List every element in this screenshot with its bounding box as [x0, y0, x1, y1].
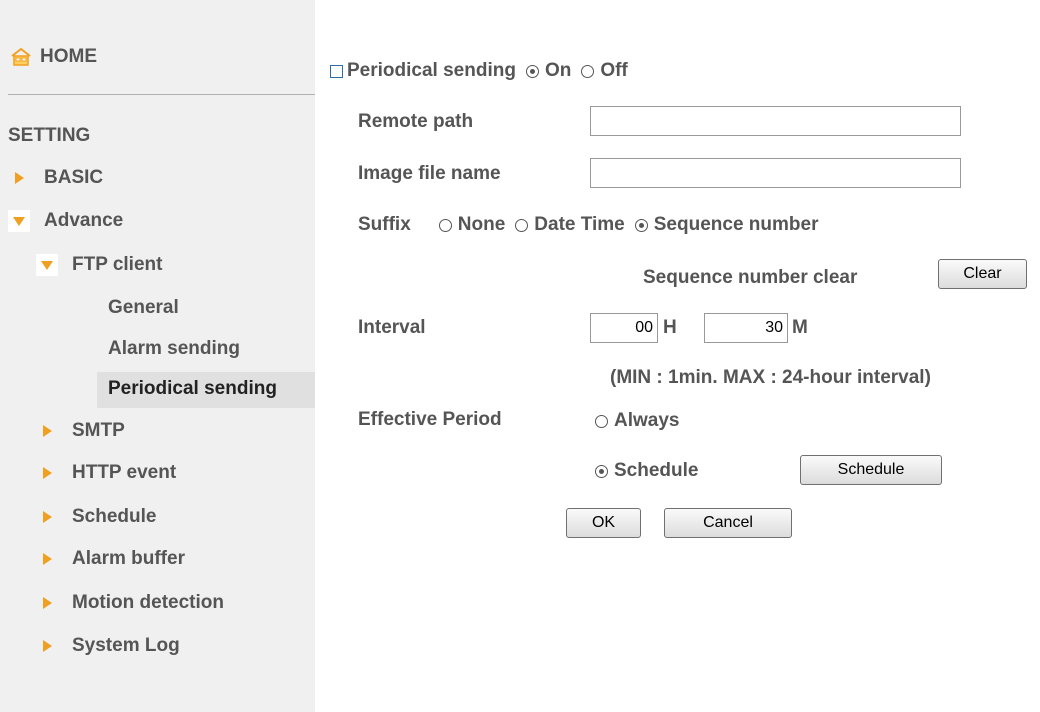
- collapsed-arrow-icon: [36, 506, 58, 528]
- ok-button[interactable]: OK: [566, 508, 641, 538]
- off-label: Off: [600, 60, 628, 81]
- schedule-radio[interactable]: [595, 464, 608, 478]
- expanded-arrow-icon: [8, 210, 30, 232]
- schedule-button[interactable]: Schedule: [800, 455, 942, 485]
- periodical-off-radio[interactable]: [581, 64, 595, 78]
- sidebar-item-periodical-sending[interactable]: Periodical sending: [97, 372, 315, 408]
- suffix-none-label: None: [457, 214, 506, 235]
- sidebar-item-label: Alarm buffer: [72, 548, 185, 569]
- sidebar-item-label: System Log: [72, 635, 180, 656]
- main-panel: Periodical sending On Off Remote path Im…: [330, 0, 1040, 712]
- sidebar-item-motion-detection[interactable]: Motion detection: [36, 592, 224, 614]
- interval-label: Interval: [358, 317, 426, 338]
- sidebar-item-schedule[interactable]: Schedule: [36, 506, 156, 528]
- sidebar-item-advance[interactable]: Advance: [8, 210, 123, 232]
- minutes-unit-label: M: [792, 317, 808, 338]
- hours-unit-label: H: [663, 317, 677, 338]
- image-file-name-label: Image file name: [358, 163, 501, 184]
- sidebar-item-label: Periodical sending: [108, 378, 277, 399]
- home-link[interactable]: HOME: [10, 46, 97, 68]
- home-icon: [11, 47, 31, 66]
- sidebar-item-system-log[interactable]: System Log: [36, 635, 180, 657]
- sidebar-item-alarm-sending[interactable]: Alarm sending: [108, 338, 240, 360]
- sidebar-item-label: BASIC: [44, 167, 104, 188]
- collapsed-arrow-icon: [8, 167, 30, 189]
- suffix-none-radio[interactable]: [438, 218, 452, 232]
- suffix-date-time-label: Date Time: [534, 214, 625, 235]
- sidebar-item-http-event[interactable]: HTTP event: [36, 462, 176, 484]
- effective-period-label: Effective Period: [358, 409, 502, 430]
- always-option: Always: [585, 410, 679, 432]
- sidebar-item-alarm-buffer[interactable]: Alarm buffer: [36, 548, 185, 570]
- suffix-sequence-label: Sequence number: [653, 214, 819, 235]
- suffix-sequence-radio[interactable]: [634, 218, 648, 232]
- sidebar-item-smtp[interactable]: SMTP: [36, 420, 125, 442]
- on-label: On: [544, 60, 572, 81]
- sidebar-item-label: Schedule: [72, 506, 157, 527]
- clear-button[interactable]: Clear: [938, 259, 1027, 289]
- collapsed-arrow-icon: [36, 592, 58, 614]
- schedule-label: Schedule: [614, 460, 699, 481]
- image-file-name-input[interactable]: [590, 158, 961, 188]
- home-label: HOME: [40, 46, 97, 67]
- sidebar-item-label: Motion detection: [72, 592, 224, 613]
- remote-path-input[interactable]: [590, 106, 961, 136]
- interval-minutes-input[interactable]: [704, 313, 788, 343]
- sequence-clear-label: Sequence number clear: [643, 267, 858, 288]
- sidebar-item-basic[interactable]: BASIC: [8, 167, 103, 189]
- collapsed-arrow-icon: [36, 548, 58, 570]
- interval-note: (MIN : 1min. MAX : 24-hour interval): [610, 367, 931, 388]
- collapsed-arrow-icon: [36, 462, 58, 484]
- sidebar-item-general[interactable]: General: [108, 297, 179, 319]
- suffix-date-time-radio[interactable]: [515, 218, 529, 232]
- sidebar-item-ftp-client[interactable]: FTP client: [36, 254, 162, 276]
- periodical-sending-row: Periodical sending On Off: [330, 60, 628, 82]
- sidebar-item-label: HTTP event: [72, 462, 177, 483]
- collapsed-arrow-icon: [36, 635, 58, 657]
- sidebar-item-label: FTP client: [72, 254, 163, 275]
- setting-title: SETTING: [8, 125, 91, 146]
- always-radio[interactable]: [595, 414, 608, 428]
- cancel-button[interactable]: Cancel: [664, 508, 792, 538]
- collapsed-arrow-icon: [36, 420, 58, 442]
- sidebar-item-label: SMTP: [72, 420, 125, 441]
- suffix-row: Suffix None Date Time Sequence number: [358, 214, 818, 236]
- interval-hours-input[interactable]: [590, 313, 658, 343]
- sidebar-divider: [8, 94, 315, 95]
- section-bullet-icon: [330, 64, 343, 78]
- periodical-on-radio[interactable]: [525, 64, 539, 78]
- suffix-label: Suffix: [358, 214, 411, 235]
- periodical-sending-label: Periodical sending: [347, 60, 516, 81]
- schedule-option: Schedule: [585, 460, 698, 482]
- expanded-arrow-icon: [36, 254, 58, 276]
- remote-path-label: Remote path: [358, 111, 474, 132]
- sidebar: HOME SETTING BASIC Advance FTP client Ge…: [0, 0, 315, 712]
- always-label: Always: [614, 410, 680, 431]
- sidebar-item-label: Advance: [44, 210, 124, 231]
